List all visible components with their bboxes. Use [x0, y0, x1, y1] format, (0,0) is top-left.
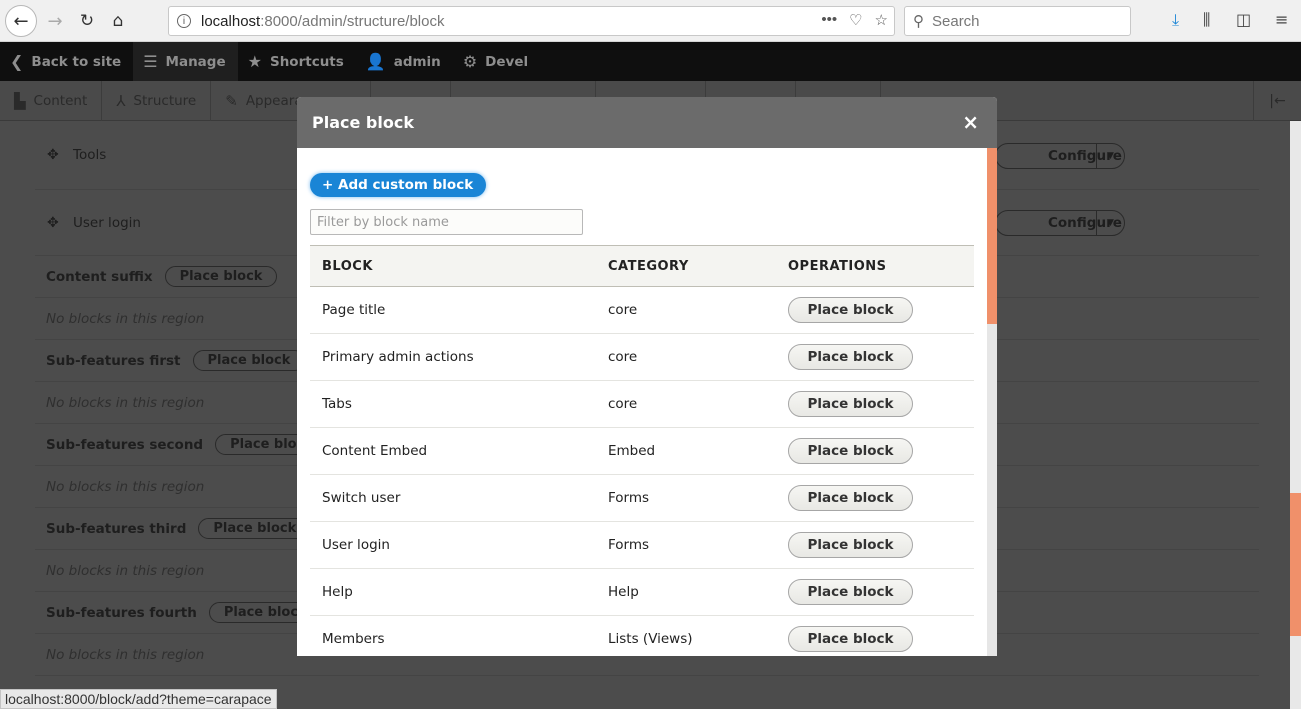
toolbar-user[interactable]: 👤 admin [356, 42, 453, 81]
column-header-block: BLOCK [322, 258, 373, 274]
download-icon[interactable]: ⤓ [1172, 10, 1179, 30]
table-row: Members Lists (Views) Place block [310, 615, 974, 656]
place-block-button[interactable]: Place block [788, 579, 913, 605]
search-icon: ⚲ [913, 13, 924, 30]
user-icon: 👤 [365, 52, 386, 71]
gear-icon: ⚙ [462, 52, 478, 71]
arrow-right-icon: → [47, 10, 63, 32]
place-block-button[interactable]: Place block [198, 518, 312, 539]
add-custom-block-button[interactable]: + Add custom block [310, 173, 487, 197]
arrow-left-icon: ← [13, 10, 29, 32]
place-block-button[interactable]: Place block [788, 532, 913, 558]
dialog-title: Place block [312, 113, 414, 132]
back-button[interactable]: ← [5, 5, 37, 37]
url-text: localhost:8000/admin/structure/block [201, 12, 445, 30]
place-block-button[interactable]: Place block [192, 350, 306, 371]
drag-handle-icon[interactable]: ✥ [47, 147, 59, 163]
chevron-down-icon[interactable]: ▼ [1096, 211, 1124, 235]
star-icon: ★ [247, 52, 262, 71]
more-actions-icon[interactable]: ••• [821, 11, 837, 29]
drag-handle-icon[interactable]: ✥ [47, 215, 59, 231]
toolbar-devel[interactable]: ⚙ Devel [453, 42, 540, 81]
table-row: Content Embed Embed Place block [310, 427, 974, 475]
block-table: BLOCK CATEGORY OPERATIONS Page title core… [310, 245, 974, 656]
table-header-row: BLOCK CATEGORY OPERATIONS [310, 245, 974, 287]
configure-button[interactable]: Configure ▼ [995, 210, 1125, 236]
place-block-button[interactable]: Place block [788, 297, 913, 323]
place-block-button[interactable]: Place block [788, 438, 913, 464]
browser-toolbar: ← → ↻ ⌂ i localhost:8000/admin/structure… [0, 0, 1301, 42]
pocket-icon[interactable]: ♡ [849, 11, 862, 29]
table-row: Tabs core Place block [310, 380, 974, 428]
tray-content[interactable]: ▙ Content [0, 81, 103, 121]
toolbar-back-to-site[interactable]: ❮ Back to site [0, 42, 133, 81]
page-scrollbar-thumb[interactable] [1290, 493, 1301, 636]
toolbar-manage[interactable]: ☰ Manage [133, 42, 238, 81]
bookmark-star-icon[interactable]: ☆ [875, 11, 888, 29]
filter-block-input[interactable] [310, 209, 583, 235]
chevron-down-icon[interactable]: ▼ [1096, 144, 1124, 168]
home-icon: ⌂ [112, 11, 124, 31]
reload-button[interactable]: ↻ [72, 6, 102, 36]
hamburger-icon: ☰ [143, 52, 158, 71]
place-block-dialog: Place block × + Add custom block BLOCK C… [297, 97, 997, 656]
sidebar-icon[interactable]: ◫ [1236, 10, 1251, 29]
menu-icon[interactable]: ≡ [1275, 10, 1288, 29]
table-row: Primary admin actions core Place block [310, 333, 974, 381]
place-block-button[interactable]: Place block [788, 626, 913, 652]
dialog-body: + Add custom block BLOCK CATEGORY OPERAT… [297, 148, 987, 656]
tray-structure[interactable]: ⅄ Structure [102, 81, 212, 121]
table-row: Page title core Place block [310, 286, 974, 334]
place-block-button[interactable]: Place block [788, 391, 913, 417]
dialog-header: Place block × [297, 97, 997, 148]
admin-toolbar: ❮ Back to site ☰ Manage ★ Shortcuts 👤 admin … [0, 42, 1301, 81]
tray-orientation-toggle[interactable]: |← [1253, 81, 1301, 121]
file-icon: ▙ [14, 92, 26, 110]
chevron-left-circle-icon: ❮ [10, 52, 24, 71]
collapse-left-icon: |← [1269, 93, 1286, 109]
info-icon[interactable]: i [177, 14, 191, 28]
status-bar-url: localhost:8000/block/add?theme=carapace [0, 689, 277, 709]
toolbar-shortcuts[interactable]: ★ Shortcuts [238, 42, 356, 81]
close-icon[interactable]: × [962, 110, 979, 134]
reload-icon: ↻ [79, 11, 95, 31]
place-block-button[interactable]: Place block [788, 344, 913, 370]
url-bar[interactable]: i localhost:8000/admin/structure/block •… [168, 6, 895, 36]
column-header-operations: OPERATIONS [788, 258, 887, 274]
table-row: Help Help Place block [310, 568, 974, 616]
paintbrush-icon: ✎ [225, 92, 238, 110]
column-header-category: CATEGORY [608, 258, 689, 274]
table-row: User login Forms Place block [310, 521, 974, 569]
place-block-button[interactable]: Place block [788, 485, 913, 511]
library-icon[interactable]: ⫼ [1203, 10, 1210, 30]
configure-button[interactable]: Configure ▼ [995, 143, 1125, 169]
home-button[interactable]: ⌂ [103, 6, 133, 36]
table-row: Switch user Forms Place block [310, 474, 974, 522]
forward-button[interactable]: → [40, 6, 70, 36]
browser-search-input[interactable]: ⚲ Search [904, 6, 1131, 36]
sitemap-icon: ⅄ [116, 92, 126, 110]
place-block-button[interactable]: Place block [164, 266, 278, 287]
dialog-scrollbar-thumb[interactable] [987, 148, 997, 324]
